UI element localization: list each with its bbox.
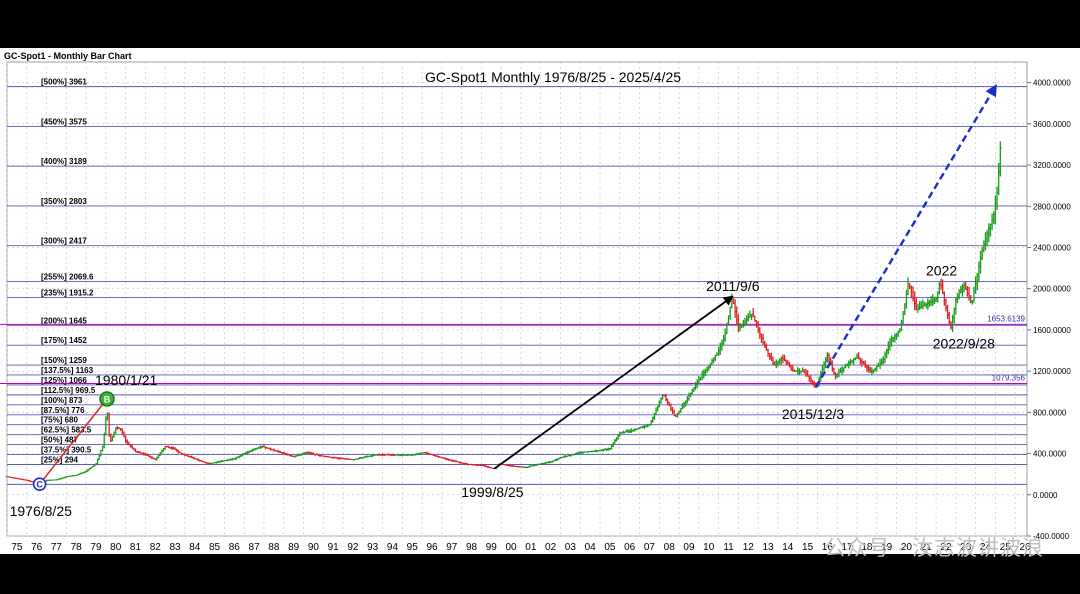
x-tick-label: 81 bbox=[130, 542, 142, 553]
x-tick-label: 15 bbox=[802, 542, 814, 553]
x-tick-label: 05 bbox=[604, 542, 616, 553]
x-tick-label: 92 bbox=[347, 542, 359, 553]
x-tick-label: 89 bbox=[288, 542, 300, 553]
date-annotation: 2015/12/3 bbox=[782, 406, 844, 422]
x-tick-label: 80 bbox=[110, 542, 122, 553]
y-tick-label: 2400.0000 bbox=[1033, 243, 1071, 252]
x-tick-label: 75 bbox=[11, 542, 23, 553]
fib-level-label: [255%] 2069.6 bbox=[41, 273, 94, 282]
x-tick-label: 99 bbox=[486, 542, 498, 553]
x-tick-label: 07 bbox=[644, 542, 656, 553]
fib-level-label: [500%] 3961 bbox=[41, 78, 87, 87]
x-tick-label: 85 bbox=[209, 542, 221, 553]
x-tick-label: 76 bbox=[31, 542, 43, 553]
y-tick-label: 1200.0000 bbox=[1033, 367, 1071, 376]
fib-level-label: [350%] 2803 bbox=[41, 197, 87, 206]
wave-marker-b-letter: B bbox=[104, 394, 111, 404]
fib-level-label: [235%] 1915.2 bbox=[41, 288, 94, 297]
fib-level-label: [300%] 2417 bbox=[41, 237, 87, 246]
x-tick-label: 87 bbox=[249, 542, 261, 553]
window-title: GC-Spot1 - Monthly Bar Chart bbox=[4, 51, 132, 61]
x-tick-label: 13 bbox=[762, 542, 774, 553]
y-tick-label: 400.0000 bbox=[1033, 450, 1067, 459]
x-tick-label: 93 bbox=[367, 542, 379, 553]
x-tick-label: 08 bbox=[664, 542, 676, 553]
fib-level-label: [450%] 3575 bbox=[41, 117, 87, 126]
x-tick-label: 86 bbox=[229, 542, 241, 553]
horizontal-line-label: 1653.6139 bbox=[987, 314, 1025, 323]
chart-window: 75 76 77 78 79 80 81 82 83 84 85 86 87 88 89 90 91 92 93 94… bbox=[0, 48, 1080, 560]
x-tick-label: 03 bbox=[565, 542, 577, 553]
y-tick-label: 0.0000 bbox=[1033, 491, 1058, 500]
y-tick-label: 2000.0000 bbox=[1033, 285, 1071, 294]
fib-level-label: [400%] 3189 bbox=[41, 157, 87, 166]
x-tick-label: 96 bbox=[426, 542, 438, 553]
fib-level-label: [137.5%] 1163 bbox=[41, 366, 94, 375]
y-tick-label: 4000.0000 bbox=[1033, 79, 1071, 88]
fib-level-label: [75%] 680 bbox=[41, 416, 78, 425]
x-tick-label: 01 bbox=[525, 542, 537, 553]
y-tick-label: 800.0000 bbox=[1033, 408, 1067, 417]
x-tick-label: 00 bbox=[506, 542, 518, 553]
x-tick-label: 84 bbox=[189, 542, 201, 553]
fib-level-label: [112.5%] 969.5 bbox=[41, 386, 96, 395]
x-tick-label: 77 bbox=[51, 542, 63, 553]
x-tick-label: 98 bbox=[466, 542, 478, 553]
date-annotation: 1976/8/25 bbox=[10, 503, 72, 519]
y-tick-label: 3600.0000 bbox=[1033, 120, 1071, 129]
x-tick-label: 78 bbox=[71, 542, 83, 553]
y-tick-label: 1600.0000 bbox=[1033, 326, 1071, 335]
y-tick-label: 3200.0000 bbox=[1033, 161, 1071, 170]
fib-level-label: [87.5%] 776 bbox=[41, 406, 85, 415]
x-tick-label: 11 bbox=[723, 542, 734, 553]
date-annotation: 2022 bbox=[926, 262, 957, 278]
date-annotation: 1980/1/21 bbox=[95, 372, 157, 388]
x-tick-label: 10 bbox=[703, 542, 715, 553]
date-annotation: 1999/8/25 bbox=[461, 484, 523, 500]
x-tick-label: 95 bbox=[407, 542, 419, 553]
chart-title: GC-Spot1 Monthly 1976/8/25 - 2025/4/25 bbox=[425, 69, 681, 85]
x-tick-label: 94 bbox=[387, 542, 399, 553]
x-tick-label: 91 bbox=[328, 542, 340, 553]
fib-level-label: [175%] 1452 bbox=[41, 336, 87, 345]
x-tick-label: 83 bbox=[169, 542, 181, 553]
fib-level-label: [100%] 873 bbox=[41, 396, 83, 405]
x-tick-label: 97 bbox=[446, 542, 458, 553]
x-tick-label: 88 bbox=[268, 542, 280, 553]
x-tick-label: 14 bbox=[782, 542, 794, 553]
x-tick-label: 12 bbox=[743, 542, 755, 553]
fib-level-label: [25%] 294 bbox=[41, 455, 78, 464]
fib-level-label: [150%] 1259 bbox=[41, 356, 87, 365]
monthly-bar-chart: 75 76 77 78 79 80 81 82 83 84 85 86 87 88 89 90 91 92 93 94… bbox=[0, 61, 1071, 553]
y-tick-label: 2800.0000 bbox=[1033, 202, 1071, 211]
date-annotation: 2022/9/28 bbox=[933, 335, 995, 351]
date-annotation: 2011/9/6 bbox=[706, 278, 760, 294]
watermark: 公众号 · 汝志波讲波浪 bbox=[824, 537, 1044, 560]
x-tick-label: 04 bbox=[585, 542, 597, 553]
x-tick-label: 02 bbox=[545, 542, 557, 553]
x-tick-label: 79 bbox=[90, 542, 102, 553]
x-tick-label: 09 bbox=[683, 542, 695, 553]
x-tick-label: 90 bbox=[308, 542, 320, 553]
x-tick-label: 06 bbox=[624, 542, 636, 553]
wave-marker-c-letter: C bbox=[36, 480, 43, 490]
x-tick-label: 82 bbox=[150, 542, 162, 553]
horizontal-line-label: 1079.356 bbox=[992, 374, 1026, 383]
